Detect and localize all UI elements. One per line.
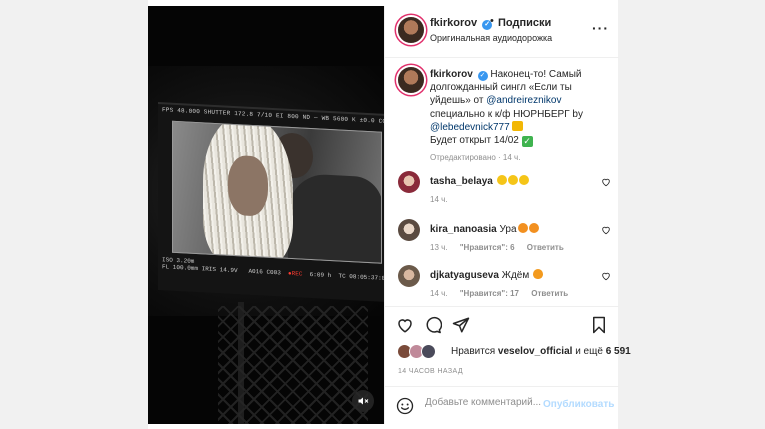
heart-icon[interactable]: [601, 225, 611, 235]
comment-time: 14 ч.: [430, 289, 448, 298]
caption-edited: Отредактировано · 14 ч.: [430, 153, 521, 162]
comment-meta: 13 ч. "Нравится": 6 Ответить: [430, 243, 574, 252]
commenter-avatar[interactable]: [398, 171, 420, 193]
caption-avatar[interactable]: [398, 67, 424, 93]
heart-icon[interactable]: [601, 271, 611, 281]
header-separator: •: [490, 15, 494, 27]
page-background-left: [0, 0, 148, 429]
smile-icon[interactable]: [396, 397, 414, 415]
comment-username[interactable]: tasha_belaya: [430, 176, 493, 187]
mute-button[interactable]: [352, 390, 374, 412]
liker-avatar: [421, 344, 436, 359]
likes-summary: Нравится veselov_official и ещё 6 591: [385, 342, 631, 364]
publish-button[interactable]: Опубликовать: [543, 399, 614, 410]
post-header: fkirkorov ✓ • Подписки Оригинальная ауди…: [385, 6, 619, 58]
truss-structure: [218, 306, 368, 424]
comment-item: djkatyaguseva Ждём 14 ч. "Нравится": 17 …: [385, 265, 619, 311]
verified-icon: ✓: [477, 71, 488, 81]
comment-time: 14 ч.: [430, 195, 448, 204]
comment-meta: 14 ч. "Нравится": 17 Ответить: [430, 289, 578, 298]
comment-text-row: tasha_belaya: [430, 175, 529, 187]
reply-button[interactable]: Ответить: [527, 243, 564, 252]
heart-eyes-emoji: [517, 223, 528, 233]
caption-username[interactable]: fkirkorov: [430, 69, 473, 80]
post-side-panel: fkirkorov ✓ • Подписки Оригинальная ауди…: [384, 6, 631, 424]
comment-text: Ура: [499, 224, 517, 235]
caption-text: fkirkorov ✓ Наконец-то! Самый долгожданн…: [430, 68, 610, 148]
comment-likes[interactable]: "Нравится": 6: [460, 243, 515, 252]
emoji-lock: [512, 120, 524, 131]
comment-item: tasha_belaya 14 ч.: [385, 171, 619, 217]
clap-emoji: [496, 175, 507, 185]
comment-text-row: kira_nanoasia Ура: [430, 223, 539, 235]
speaker-muted-icon: [358, 397, 369, 405]
comment-username[interactable]: djkatyaguseva: [430, 270, 499, 281]
comment-item: kira_nanoasia Ура 13 ч. "Нравится": 6 От…: [385, 219, 619, 265]
clap-emoji: [518, 175, 529, 185]
share-icon[interactable]: [452, 316, 470, 334]
audio-link[interactable]: Оригинальная аудиодорожка: [430, 33, 552, 43]
monitor-rec: ●REC: [288, 269, 303, 278]
comment-icon[interactable]: [424, 316, 442, 334]
post-time: 14 ЧАСОВ НАЗАД: [398, 368, 463, 375]
author-name-row: fkirkorov ✓: [430, 17, 493, 30]
caption-text-3: Будет открыт 14/02: [430, 135, 519, 147]
clap-emoji: [507, 175, 518, 185]
likes-count[interactable]: 6 591: [606, 346, 631, 357]
figure-dark: [288, 172, 382, 264]
likes-prefix: Нравится: [451, 346, 496, 357]
check-emoji: ✓: [521, 136, 533, 148]
comment-time: 13 ч.: [430, 243, 448, 252]
comment-composer: Опубликовать: [385, 386, 619, 424]
reply-button[interactable]: Ответить: [531, 289, 568, 298]
comment-input[interactable]: [425, 397, 543, 408]
bookmark-icon[interactable]: [590, 316, 608, 334]
following-button[interactable]: Подписки: [498, 17, 551, 29]
page-background-right: [618, 0, 765, 429]
comment-username[interactable]: kira_nanoasia: [430, 224, 497, 235]
mention-link[interactable]: @lebedevnick777: [430, 122, 510, 133]
monitor-timecode: TC 08:05:37:06: [338, 272, 384, 283]
camera-monitor: FPS 48.000 SHUTTER 172.8 7/10 EI 800 ND …: [158, 102, 384, 302]
comment-text: Ждём: [501, 270, 530, 281]
heart-icon[interactable]: [601, 177, 611, 187]
comment-likes[interactable]: "Нравится": 17: [460, 289, 519, 298]
monitor-clip: A016 C003: [248, 267, 281, 277]
comment-meta: 14 ч.: [430, 195, 458, 204]
commenter-avatar[interactable]: [398, 265, 420, 287]
commenter-avatar[interactable]: [398, 219, 420, 241]
post-actions: [385, 306, 619, 342]
likes-text: Нравится veselov_official и ещё 6 591: [451, 346, 631, 357]
author-username[interactable]: fkirkorov: [430, 17, 477, 29]
likes-suffix: и ещё: [575, 346, 603, 357]
heart-eyes-emoji: [528, 223, 539, 233]
heart-icon[interactable]: [396, 316, 414, 334]
liker-username[interactable]: veselov_official: [498, 346, 572, 357]
author-avatar[interactable]: [398, 17, 424, 43]
monitor-screen: [172, 120, 382, 264]
figure-face: [228, 154, 268, 217]
monitor-timer: 6:09 h: [309, 270, 332, 280]
mention-link[interactable]: @andreireznikov: [486, 95, 561, 106]
caption-text-2: специально к к/ф НЮРНБЕРГ by: [430, 108, 583, 120]
more-icon[interactable]: ···: [592, 20, 609, 36]
post-video[interactable]: FPS 48.000 SHUTTER 172.8 7/10 EI 800 ND …: [148, 6, 384, 424]
fire-emoji: [533, 269, 544, 279]
comment-text-row: djkatyaguseva Ждём: [430, 269, 544, 281]
